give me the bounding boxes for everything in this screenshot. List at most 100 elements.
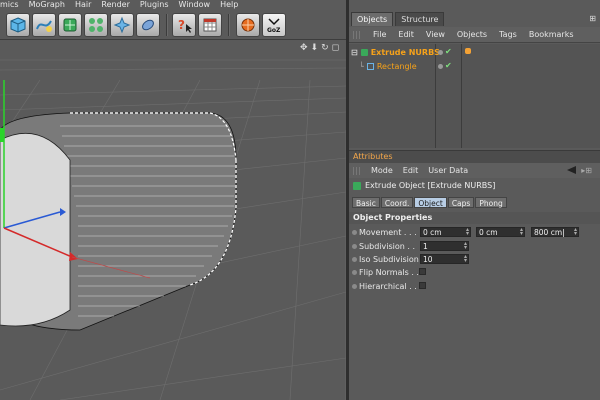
object-menu-file[interactable]: File [373,30,386,39]
expand-icon[interactable]: ⊟ [351,48,358,57]
help-cursor-icon[interactable]: ? [172,13,196,37]
animate-dot-icon[interactable] [352,256,357,262]
subdivision-field[interactable]: 1 ▴ ▾ [420,241,469,251]
object-menu-objects[interactable]: Objects [457,30,487,39]
menu-item[interactable]: Help [220,0,238,10]
stepper-icon[interactable]: ▴ ▾ [520,227,523,237]
render-settings-icon[interactable] [198,13,222,37]
attr-menu-mode[interactable]: Mode [371,166,393,175]
animate-dot-icon[interactable] [352,229,357,235]
tab-caps[interactable]: Caps [447,197,475,208]
goz-label: GoZ [267,27,281,34]
object-name: Rectangle [376,61,417,71]
attributes-menubar: Mode Edit User Data [349,163,600,178]
nurbs-object-icon [353,181,361,190]
hierarchical-checkbox[interactable] [419,282,426,289]
menu-item[interactable]: mics [0,0,19,10]
3d-viewport[interactable] [0,40,346,400]
field-value: 800 cm [534,228,563,237]
animate-dot-icon[interactable] [352,269,357,275]
column-divider [461,44,462,148]
cube-icon[interactable] [6,13,30,37]
flip-normals-checkbox[interactable] [419,268,426,275]
attr-menu-user-data[interactable]: User Data [428,166,468,175]
column-divider [435,44,436,148]
viewport-scene [0,59,346,400]
back-arrow-icon[interactable] [567,166,576,174]
object-manager-menubar: File Edit View Objects Tags Bookmarks [349,27,600,43]
field-value: 10 [423,255,433,264]
object-menu-view[interactable]: View [426,30,445,39]
object-title: Extrude Object [Extrude NURBS] [353,181,495,190]
tab-object[interactable]: Object [414,197,447,208]
tab-basic[interactable]: Basic [352,197,380,208]
visibility-indicators[interactable]: ✔ [438,62,452,70]
stepper-icon[interactable]: ▴ ▾ [464,241,467,251]
deformer-icon[interactable] [110,13,134,37]
tab-phong[interactable]: Phong [475,197,507,208]
viewport-nav-icons: ✥ ⬇ ↻ ◻ [300,43,339,53]
object-menu-tags[interactable]: Tags [499,30,517,39]
environment-icon[interactable] [136,13,160,37]
list-item-extrude-nurbs[interactable]: ⊟ Extrude NURBS [351,46,440,58]
tab-coord[interactable]: Coord. [380,197,414,208]
toolbar-separator [228,14,230,36]
field-value: 0 cm [479,228,498,237]
property-hierarchical: Hierarchical . . . [352,280,422,292]
grip-icon[interactable] [353,166,361,175]
stepper-icon[interactable]: ▴ ▾ [574,227,577,237]
attr-menu-edit[interactable]: Edit [403,166,419,175]
animate-dot-icon[interactable] [352,243,357,249]
menu-item[interactable]: MoGraph [29,0,65,10]
property-tabs: Basic Coord. Object Caps Phong [352,197,507,208]
movement-y-field[interactable]: 0 cm ▴ ▾ [476,227,525,237]
menu-item[interactable]: Plugins [140,0,169,10]
list-item-rectangle[interactable]: └ Rectangle [359,60,417,72]
main-menubar: mics MoGraph Hair Render Plugins Window … [0,0,346,10]
move-view-icon[interactable]: ✥ [300,43,308,53]
array-icon[interactable] [84,13,108,37]
nurbs-object-icon [360,48,368,56]
manager-tabs: Objects Structure [349,12,445,26]
object-menu-edit[interactable]: Edit [398,30,414,39]
enabled-check-icon[interactable]: ✔ [445,62,452,70]
object-menu-bookmarks[interactable]: Bookmarks [529,30,574,39]
tab-structure[interactable]: Structure [395,12,445,26]
goz-icon[interactable]: GoZ [262,13,286,37]
property-label: Iso Subdivision [359,254,419,264]
grip-icon[interactable] [353,30,361,39]
forward-arrow-icon[interactable]: ▸⊞ [581,166,592,175]
tag-icon[interactable] [465,48,471,54]
stepper-icon[interactable]: ▴ ▾ [464,254,467,264]
property-subdivision: Subdivision . . [352,240,415,252]
zoom-view-icon[interactable]: ⬇ [311,43,319,53]
stepper-icon[interactable]: ▴ ▾ [466,227,469,237]
visibility-dot-icon[interactable] [438,49,443,55]
svg-text:?: ? [178,18,185,32]
rotate-view-icon[interactable]: ↻ [321,43,329,53]
nurbs-icon[interactable] [58,13,82,37]
tab-objects[interactable]: Objects [351,12,394,26]
movement-x-field[interactable]: 0 cm ▴ ▾ [420,227,471,237]
movement-z-field[interactable]: 800 cm| ▴ ▾ [531,227,579,237]
attributes-title: Attributes [353,152,393,161]
menu-item[interactable]: Window [179,0,211,10]
spline-pen-icon[interactable] [32,13,56,37]
enabled-check-icon[interactable]: ✔ [445,48,452,56]
property-label: Flip Normals . . [359,267,419,277]
property-label: Hierarchical . . . [359,281,422,291]
menu-item[interactable]: Hair [75,0,91,10]
field-value: 1 [423,242,428,251]
menu-item[interactable]: Render [101,0,129,10]
render-icon[interactable] [236,13,260,37]
right-panel: Objects Structure ⊞ File Edit View Objec… [349,0,600,400]
panel-menu-icon[interactable]: ⊞ [589,14,596,23]
property-iso-subdivision: Iso Subdivision [352,253,419,265]
visibility-indicators[interactable]: ✔ [438,48,452,56]
animate-dot-icon[interactable] [352,283,357,289]
iso-subdivision-field[interactable]: 10 ▴ ▾ [420,254,469,264]
visibility-dot-icon[interactable] [438,63,443,69]
extrude-object[interactable] [0,112,237,331]
maximize-view-icon[interactable]: ◻ [332,43,339,53]
property-label: Movement . . . . [359,227,422,237]
